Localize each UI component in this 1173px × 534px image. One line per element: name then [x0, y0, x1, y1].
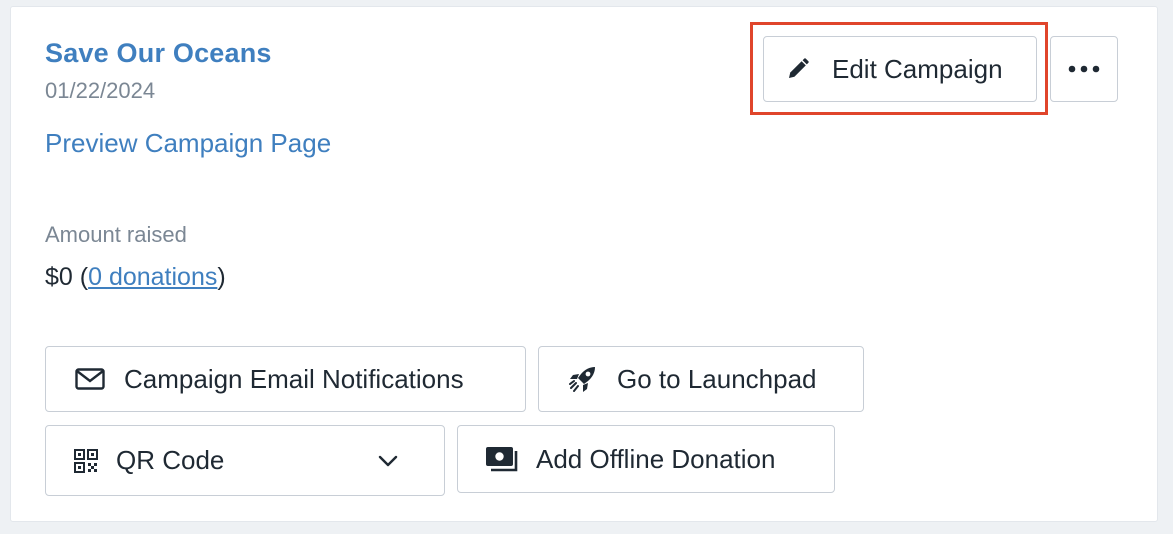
- edit-campaign-label: Edit Campaign: [832, 53, 1003, 84]
- go-to-launchpad-label: Go to Launchpad: [617, 363, 817, 394]
- chevron-down-icon: [374, 455, 402, 467]
- campaign-email-notifications-button[interactable]: Campaign Email Notifications: [45, 346, 526, 412]
- open-paren: (: [79, 263, 89, 291]
- more-options-button[interactable]: [1050, 36, 1118, 102]
- qr-code-label: QR Code: [116, 445, 225, 475]
- ellipsis-icon: [1068, 65, 1100, 73]
- campaign-title: Save Our Oceans: [45, 38, 272, 68]
- qr-code-select[interactable]: QR Code: [45, 425, 445, 496]
- envelope-icon: [74, 368, 106, 390]
- pencil-icon: [784, 57, 812, 81]
- campaign-date: 01/22/2024: [45, 78, 156, 103]
- preview-campaign-link[interactable]: Preview Campaign Page: [45, 128, 331, 159]
- donations-link[interactable]: 0 donations: [88, 263, 217, 291]
- add-offline-donation-label: Add Offline Donation: [536, 443, 776, 474]
- amount-raised-value: $0 (0 donations): [45, 263, 226, 292]
- amount-value: $0: [45, 263, 73, 291]
- add-offline-donation-button[interactable]: Add Offline Donation: [457, 425, 835, 493]
- edit-campaign-button[interactable]: Edit Campaign: [763, 36, 1037, 102]
- amount-raised-label: Amount raised: [45, 222, 187, 247]
- qr-code-icon: [72, 448, 100, 473]
- cash-icon: [484, 446, 520, 472]
- campaign-email-notifications-label: Campaign Email Notifications: [124, 363, 464, 394]
- close-paren: ): [217, 263, 226, 291]
- rocket-icon: [567, 364, 599, 394]
- go-to-launchpad-button[interactable]: Go to Launchpad: [538, 346, 864, 412]
